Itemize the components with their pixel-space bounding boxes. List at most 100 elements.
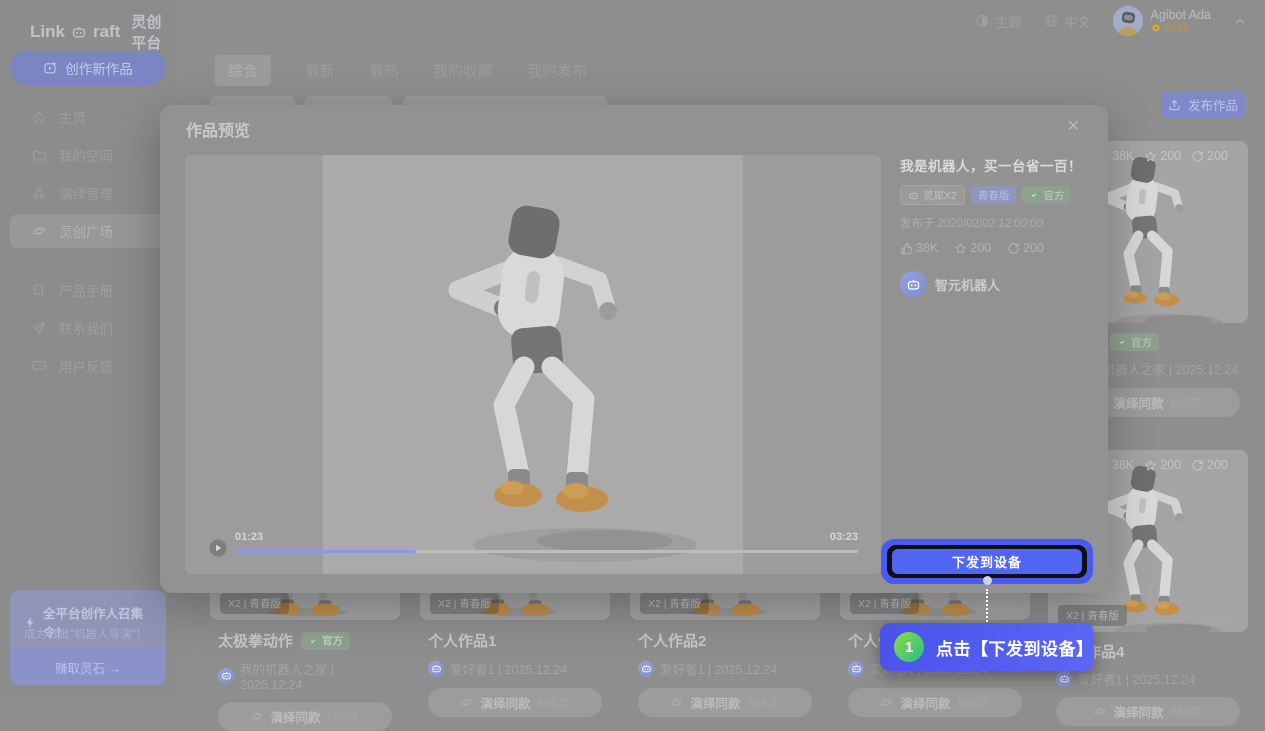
favorite-count: 200: [1144, 458, 1181, 472]
robot-face-icon: [641, 663, 652, 674]
replay-same-button[interactable]: 演绎同款 666次: [218, 702, 392, 731]
card-author: 爱好者1 | 2025.12.24: [1078, 669, 1195, 688]
card-author: 爱好者1 | 2025.12.24: [450, 659, 567, 678]
language-switcher[interactable]: 中文: [1044, 12, 1091, 31]
sidebar-item-label: 产品手册: [59, 280, 113, 300]
play-button[interactable]: [209, 539, 227, 557]
work-chips: 灵犀X2 青春版 官方: [900, 185, 1100, 205]
author-row[interactable]: 智元机器人: [900, 271, 1100, 297]
author-avatar: [218, 668, 234, 684]
work-title: 我是机器人，买一台省一百！: [900, 155, 1100, 175]
planet-icon: [880, 696, 893, 709]
planet-icon: [32, 224, 46, 238]
replay-same-button[interactable]: 演绎同款 666次: [638, 688, 812, 717]
user-info: Agibot Ada 5000: [1151, 8, 1211, 34]
robot-face-icon: [851, 663, 862, 674]
brand-robot-icon: [71, 24, 87, 40]
replay-same-button[interactable]: 演绎同款 666次: [428, 688, 602, 717]
paper-plane-icon: [32, 321, 46, 335]
card-author: 爱好者1 | 2025.12.24: [660, 659, 777, 678]
avatar[interactable]: [1113, 6, 1143, 36]
planet-icon: [460, 696, 473, 709]
tour-step-badge: 1: [894, 632, 924, 662]
total-time: 03:23: [830, 531, 858, 543]
deploy-to-device-button[interactable]: 下发到设备: [892, 549, 1082, 574]
sidebar-item-product-manual[interactable]: 产品手册: [10, 273, 166, 307]
sidebar-item-contact-us[interactable]: 联系我们: [10, 311, 166, 345]
publish-work-label: 发布作品: [1188, 95, 1238, 114]
create-work-button[interactable]: 创作新作品: [10, 51, 166, 85]
username: Agibot Ada: [1151, 8, 1211, 22]
robot-video-figure: [400, 177, 700, 574]
coin-balance: 5000: [1151, 22, 1211, 34]
tab-my-favorites[interactable]: 我的收藏: [433, 60, 493, 81]
author-avatar: [638, 661, 654, 677]
sidebar: Link raft 灵创平台 创作新作品 主页 我的空间 演绎管理 灵创广场 产…: [0, 0, 176, 699]
progress-bar[interactable]: [235, 550, 858, 553]
sidebar-item-user-feedback[interactable]: 用户反馈: [10, 349, 166, 383]
card-author-row: 爱好者1 | 2025.12.24: [630, 659, 820, 678]
sidebar-item-my-space[interactable]: 我的空间: [10, 138, 166, 172]
planet-icon: [670, 696, 683, 709]
tour-connector-line: [986, 589, 988, 622]
check-icon: [1029, 190, 1039, 200]
sidebar-item-lingchuang-plaza[interactable]: 灵创广场: [10, 214, 166, 248]
tab-hottest[interactable]: 最热: [369, 60, 399, 81]
sidebar-item-label: 联系我们: [59, 318, 113, 338]
theme-toggle[interactable]: 主题: [975, 12, 1022, 31]
card-title: 太极拳动作: [218, 630, 293, 651]
close-icon[interactable]: ✕: [1067, 116, 1080, 136]
work-preview-modal: 作品预览 ✕ 01:23 03:23 我是机器人，买一台省一百！ 灵犀X2 青春…: [160, 105, 1108, 593]
chevron-up-icon[interactable]: [1233, 14, 1247, 28]
sidebar-nav: 主页 我的空间 演绎管理 灵创广场 产品手册 联系我们 用户反馈: [10, 100, 166, 387]
publish-work-button[interactable]: 发布作品: [1161, 91, 1245, 118]
sidebar-item-performance-management[interactable]: 演绎管理: [10, 176, 166, 210]
language-label: 中文: [1065, 12, 1091, 31]
sidebar-item-label: 灵创广场: [59, 221, 113, 241]
planet-icon: [250, 710, 263, 723]
folder-icon: [32, 148, 46, 162]
made-by-watermark: made by: [1199, 614, 1234, 624]
earn-gems-label: 赚取灵石 →: [55, 658, 121, 677]
robot-face-icon: [431, 663, 442, 674]
official-badge: 官方: [1110, 333, 1159, 351]
brand-right: raft: [93, 22, 120, 42]
tour-tooltip: 1 点击【下发到设备】: [880, 623, 1094, 671]
theme-icon: [975, 14, 989, 28]
nav-divider: [10, 252, 166, 273]
card-title-row: 个人作品2: [630, 630, 820, 651]
video-frame: [323, 155, 743, 574]
tab-comprehensive[interactable]: 综合: [215, 55, 271, 86]
model-badge: X2 | 青春版: [430, 593, 499, 614]
favorite-count[interactable]: 200: [954, 241, 991, 255]
replay-same-button[interactable]: 演绎同款 666次: [1056, 697, 1240, 726]
brand-suffix: 灵创平台: [131, 11, 176, 53]
coin-icon: [1151, 23, 1161, 33]
promo-subtitle: 成为首批"机器人导演"！: [24, 626, 147, 642]
sidebar-item-home[interactable]: 主页: [10, 100, 166, 134]
sidebar-item-label: 用户反馈: [59, 356, 113, 376]
modal-title: 作品预览: [186, 117, 250, 141]
replay-icon: [1191, 150, 1204, 163]
model-badge: X2 | 青春版: [640, 593, 709, 614]
card-title: 个人作品1: [428, 630, 496, 651]
sidebar-item-label: 主页: [59, 107, 86, 127]
robot-face-icon: [906, 277, 921, 292]
card-author: 我的机器人之家 | 2025.12.24: [240, 659, 400, 692]
earn-gems-button[interactable]: 赚取灵石 →: [10, 649, 166, 685]
share-count[interactable]: 200: [1007, 241, 1044, 255]
tab-my-publications[interactable]: 我的发布: [527, 60, 587, 81]
robot-face-icon: [1059, 673, 1070, 684]
like-icon: [900, 242, 913, 255]
favorite-count: 200: [1144, 149, 1181, 163]
official-badge: 官方: [301, 632, 350, 650]
like-count[interactable]: 38K: [900, 241, 938, 255]
tab-newest[interactable]: 最新: [305, 60, 335, 81]
check-icon: [1117, 337, 1127, 347]
replay-same-button[interactable]: 演绎同款 666次: [848, 688, 1022, 717]
made-by-watermark: made by: [561, 602, 596, 612]
sidebar-item-label: 我的空间: [59, 145, 113, 165]
made-by-watermark: made by: [771, 602, 806, 612]
user-menu[interactable]: Agibot Ada 5000: [1113, 6, 1247, 36]
nodes-icon: [32, 186, 46, 200]
